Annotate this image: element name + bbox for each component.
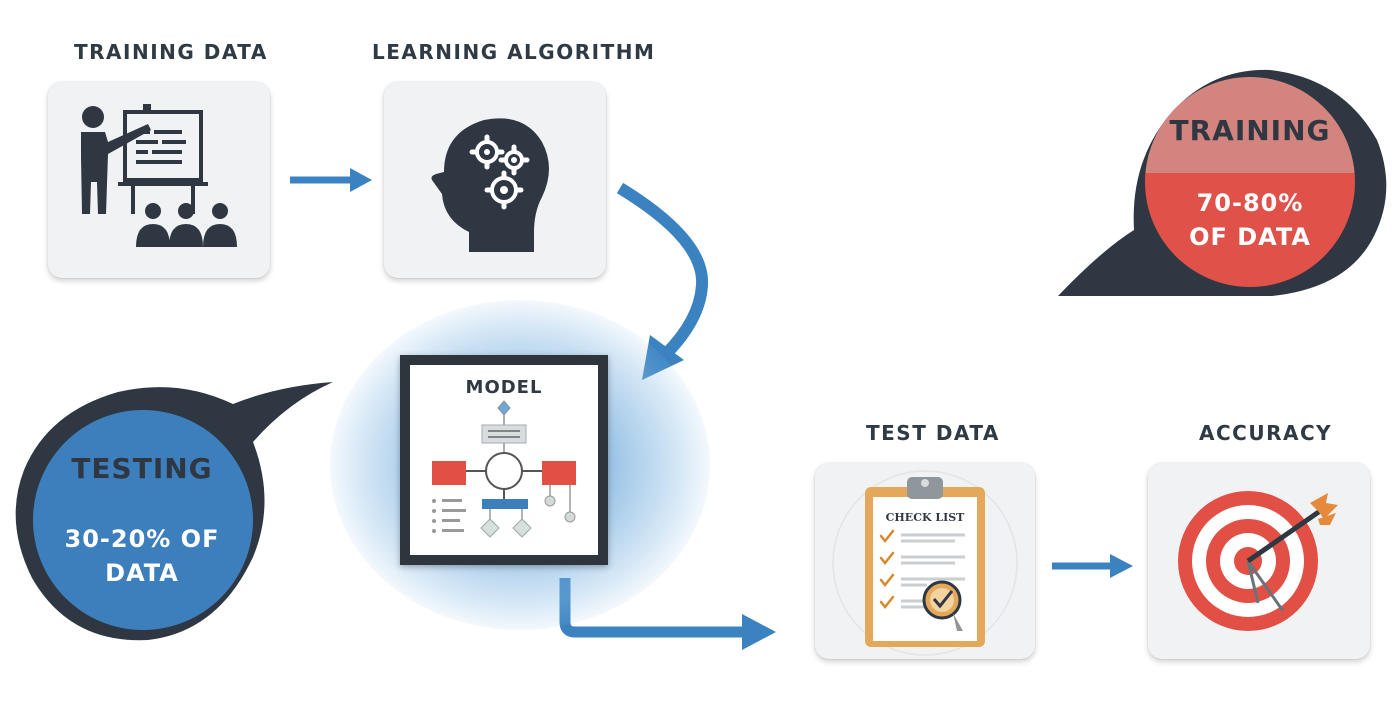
testing-bubble-value: 30-20% OF DATA	[64, 525, 220, 587]
testing-bubble	[15, 382, 334, 641]
learning-algorithm-label: LEARNING ALGORITHM	[372, 40, 656, 64]
presentation-icon	[81, 104, 237, 247]
training-data-label: TRAINING DATA	[74, 40, 268, 64]
target-arrow-icon	[1178, 491, 1338, 631]
arrow-test-to-accuracy	[1052, 554, 1133, 578]
testing-bubble-title: TESTING	[71, 452, 213, 485]
training-bubble	[1058, 69, 1387, 296]
brain-gears-icon	[431, 118, 549, 252]
training-data-card	[48, 82, 270, 278]
training-bubble-title: TRAINING	[1169, 114, 1331, 147]
flowchart-icon	[432, 400, 576, 538]
accuracy-card	[1148, 463, 1370, 659]
test-data-label: TEST DATA	[866, 421, 1000, 445]
checklist-title: CHECK LIST	[886, 511, 966, 524]
clipboard-checklist-icon: CHECK LIST	[832, 470, 1018, 656]
learning-algorithm-card	[384, 82, 606, 278]
test-data-card: CHECK LIST	[815, 463, 1035, 659]
arrow-training-to-learning	[290, 168, 372, 192]
model-frame: MODEL	[400, 355, 608, 565]
training-bubble-value: 70-80% OF DATA	[1189, 189, 1311, 251]
accuracy-label: ACCURACY	[1199, 421, 1333, 445]
